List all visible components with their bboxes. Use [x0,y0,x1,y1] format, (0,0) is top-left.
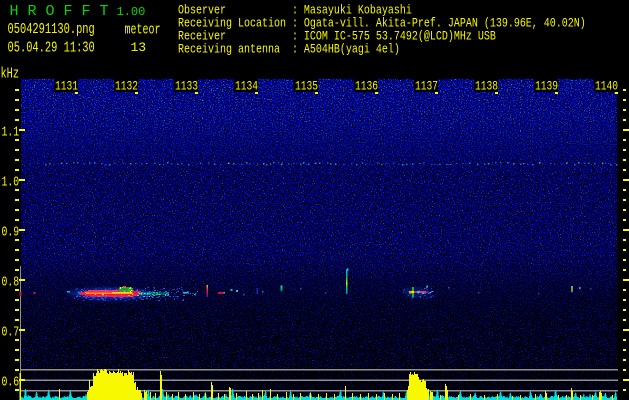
svg-text:1.00: 1.00 [117,5,146,19]
svg-text:0.7: 0.7 [2,324,20,340]
svg-text:1136: 1136 [355,81,378,94]
svg-text:05.04.29 11:30: 05.04.29 11:30 [8,39,95,56]
svg-text:H R O F F T: H R O F F T [10,3,109,20]
svg-text:1133: 1133 [175,81,198,94]
svg-text:0.6: 0.6 [2,374,20,390]
svg-text:1135: 1135 [295,81,318,94]
svg-text:1134: 1134 [235,81,258,94]
svg-text:1132: 1132 [115,81,138,94]
svg-text:1139: 1139 [535,81,558,94]
svg-text:1138: 1138 [475,81,498,94]
svg-text:Receiving antenna : A504HB(ya: Receiving antenna : A504HB(yagi 4el) [178,43,400,57]
svg-text:0504291130.png: 0504291130.png [8,20,95,37]
svg-text:kHz: kHz [1,65,20,82]
svg-text:0.8: 0.8 [2,274,20,290]
svg-text:1131: 1131 [55,81,78,94]
svg-text:1.1: 1.1 [2,124,20,140]
svg-text:1.0: 1.0 [2,174,20,190]
svg-text:meteor: meteor [125,22,161,38]
svg-text:1137: 1137 [415,81,438,94]
svg-text:0.9: 0.9 [2,224,20,240]
svg-text:1140: 1140 [595,81,618,94]
svg-text:13: 13 [131,40,147,55]
